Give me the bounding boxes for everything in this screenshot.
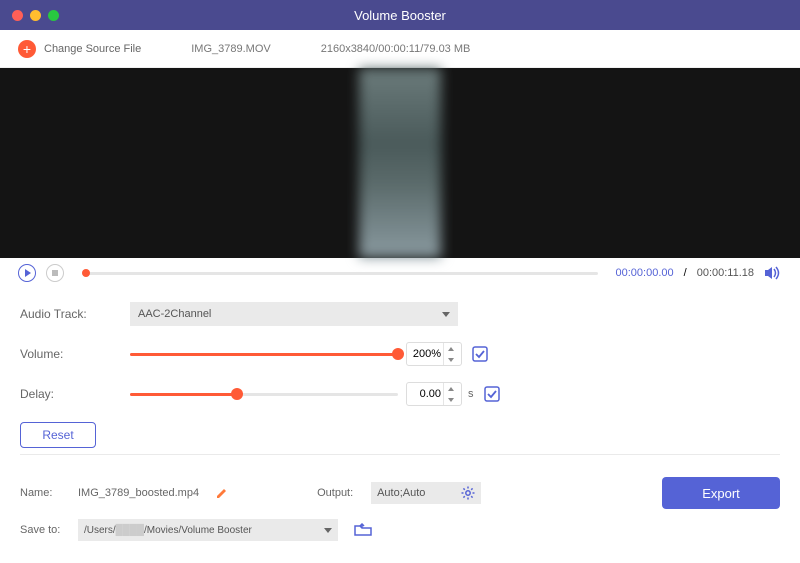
total-time: 00:00:11.18 [697,267,754,279]
volume-step-up[interactable] [444,343,457,354]
timeline-slider[interactable] [82,272,598,275]
change-source-button[interactable]: + Change Source File [18,40,141,58]
save-path-select[interactable]: /Users/████/Movies/Volume Booster [78,519,338,541]
output-format-select[interactable]: Auto;Auto [371,482,481,504]
open-folder-button[interactable] [354,523,372,537]
delay-slider-handle[interactable] [231,388,243,400]
volume-apply-checkbox[interactable] [472,346,488,362]
reset-button[interactable]: Reset [20,422,96,448]
delay-input-wrap [406,382,462,406]
delay-slider[interactable] [130,384,398,404]
output-format-value: Auto;Auto [377,487,425,499]
name-label: Name: [20,487,70,499]
plus-icon: + [18,40,36,58]
delay-apply-checkbox[interactable] [484,386,500,402]
delay-step-down[interactable] [444,394,457,405]
play-icon [25,269,31,277]
player-bar: 00:00:00.00 / 00:00:11.18 [0,258,800,288]
video-preview[interactable] [0,68,800,258]
audio-track-value: AAC-2Channel [138,308,211,320]
volume-input[interactable] [407,348,443,360]
delay-input[interactable] [407,388,443,400]
volume-label: Volume: [20,347,130,361]
play-button[interactable] [18,264,36,282]
change-source-label: Change Source File [44,43,141,55]
volume-slider[interactable] [130,344,398,364]
output-label: Output: [317,487,363,499]
audio-track-select[interactable]: AAC-2Channel [130,302,458,326]
footer: Name: IMG_3789_boosted.mp4 Output: Auto;… [0,467,800,563]
stop-button[interactable] [46,264,64,282]
export-button[interactable]: Export [662,477,780,509]
delay-step-up[interactable] [444,383,457,394]
edit-name-button[interactable] [215,486,229,500]
volume-step-down[interactable] [444,354,457,365]
toolbar: + Change Source File IMG_3789.MOV 2160x3… [0,30,800,68]
chevron-down-icon [442,312,450,317]
save-path-value: /Users/████/Movies/Volume Booster [84,525,252,536]
volume-icon[interactable] [764,265,782,281]
delay-label: Delay: [20,387,130,401]
controls-panel: Audio Track: AAC-2Channel Volume: Delay: [0,288,800,467]
output-name-value: IMG_3789_boosted.mp4 [78,487,199,499]
save-to-label: Save to: [20,524,70,536]
gear-icon[interactable] [461,486,475,500]
video-thumbnail [359,68,441,258]
titlebar: Volume Booster [0,0,800,30]
current-time: 00:00:00.00 [616,267,674,279]
source-filename: IMG_3789.MOV [191,43,270,55]
stop-icon [52,270,58,276]
volume-input-wrap [406,342,462,366]
time-separator: / [684,267,687,279]
audio-track-label: Audio Track: [20,307,130,321]
chevron-down-icon [324,528,332,533]
volume-slider-handle[interactable] [392,348,404,360]
source-fileinfo: 2160x3840/00:00:11/79.03 MB [321,43,471,55]
window-title: Volume Booster [0,8,800,23]
divider [20,454,780,455]
delay-unit: s [468,388,474,400]
timeline-handle[interactable] [82,269,90,277]
